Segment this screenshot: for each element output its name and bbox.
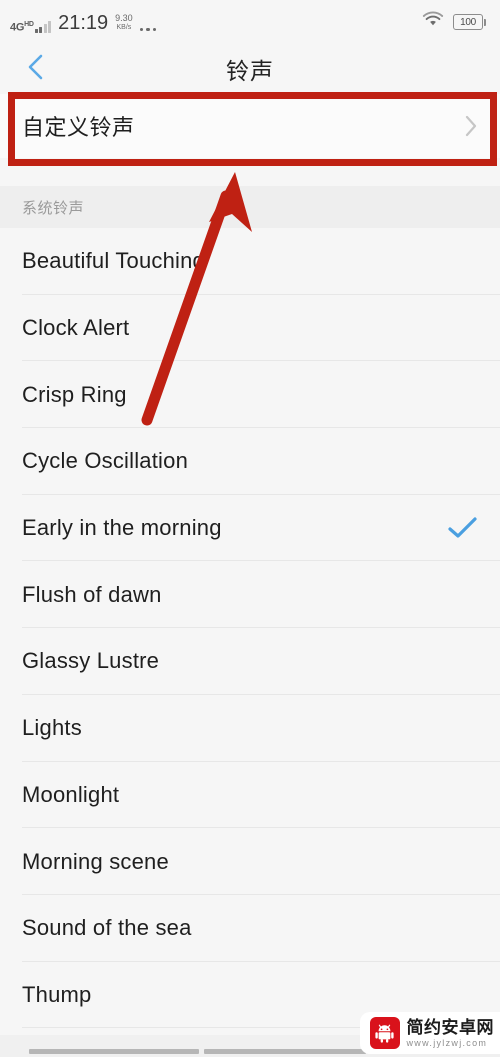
ringtone-name-label: Beautiful Touching — [22, 248, 205, 274]
android-robot-icon — [369, 1017, 400, 1049]
phone-screen: 4GHD 21:19 9.30 KB/s 100 铃声 自定义铃声 系统铃声 B… — [0, 0, 500, 1057]
chevron-right-icon — [464, 94, 478, 158]
signal-bars-icon — [34, 21, 52, 33]
nav-bar-segment-back[interactable] — [29, 1049, 199, 1054]
ringtone-list-item[interactable]: Early in the morning — [0, 495, 500, 562]
ringtone-list-item[interactable]: Beautiful Touching — [0, 228, 500, 295]
ringtone-name-label: Moonlight — [22, 781, 120, 807]
network-speed-unit: KB/s — [116, 24, 132, 31]
section-header-label: 系统铃声 — [22, 199, 85, 217]
watermark-site-name: 简约安卓网 — [406, 1017, 494, 1037]
watermark: 简约安卓网 www.jylzwj.com — [359, 1012, 500, 1054]
ringtone-list-item[interactable]: Crisp Ring — [0, 361, 500, 428]
page-title: 铃声 — [226, 58, 274, 84]
ringtone-list: Beautiful Touching Clock Alert Crisp Ring C… — [0, 228, 500, 1029]
network-speed-indicator: 9.30 KB/s — [115, 14, 133, 32]
ringtone-name-label: Lights — [22, 715, 82, 741]
battery-icon: 100 — [453, 14, 486, 30]
ringtone-list-item[interactable]: Flush of dawn — [0, 561, 500, 628]
ringtone-name-label: Morning scene — [22, 848, 169, 874]
check-icon — [448, 516, 478, 540]
ringtone-name-label: Cycle Oscillation — [22, 448, 189, 474]
ringtone-list-item[interactable]: Clock Alert — [0, 295, 500, 362]
custom-ringtone-label: 自定义铃声 — [22, 115, 135, 140]
ringtone-name-label: Flush of dawn — [22, 581, 162, 607]
ringtone-name-label: Crisp Ring — [22, 381, 127, 407]
watermark-site-url: www.jylzwj.com — [406, 1037, 488, 1048]
wifi-icon — [422, 11, 444, 33]
ringtone-list-item[interactable]: Morning scene — [0, 828, 500, 895]
network-type-label: 4GHD — [10, 21, 34, 34]
watermark-text: 简约安卓网 www.jylzwj.com — [407, 1019, 495, 1048]
network-speed-value: 9.30 — [115, 13, 133, 23]
status-bar-left: 4GHD 21:19 9.30 KB/s — [10, 11, 157, 34]
nav-bar-segment-home[interactable] — [204, 1049, 366, 1054]
ringtone-name-label: Clock Alert — [22, 315, 130, 341]
battery-level-label: 100 — [453, 14, 483, 30]
ringtone-name-label: Sound of the sea — [22, 915, 192, 941]
battery-cap — [484, 18, 486, 26]
custom-ringtone-row[interactable]: 自定义铃声 — [0, 94, 500, 158]
status-bar: 4GHD 21:19 9.30 KB/s 100 — [0, 0, 500, 44]
status-bar-right: 100 — [422, 11, 486, 33]
ringtone-list-item[interactable]: Cycle Oscillation — [0, 428, 500, 495]
section-header-system-ringtones: 系统铃声 — [0, 186, 500, 228]
app-header: 铃声 — [0, 44, 500, 94]
ringtone-list-item[interactable]: Sound of the sea — [0, 895, 500, 962]
status-bar-clock: 21:19 — [58, 12, 109, 34]
network-indicator: 4GHD — [10, 11, 52, 34]
ringtone-list-item[interactable]: Glassy Lustre — [0, 628, 500, 695]
ringtone-list-item[interactable]: Lights — [0, 695, 500, 762]
more-dots-icon — [139, 27, 157, 31]
ringtone-name-label: Early in the morning — [22, 515, 222, 541]
ringtone-name-label: Glassy Lustre — [22, 648, 160, 674]
ringtone-name-label: Thump — [22, 981, 92, 1007]
ringtone-list-item[interactable]: Moonlight — [0, 762, 500, 829]
